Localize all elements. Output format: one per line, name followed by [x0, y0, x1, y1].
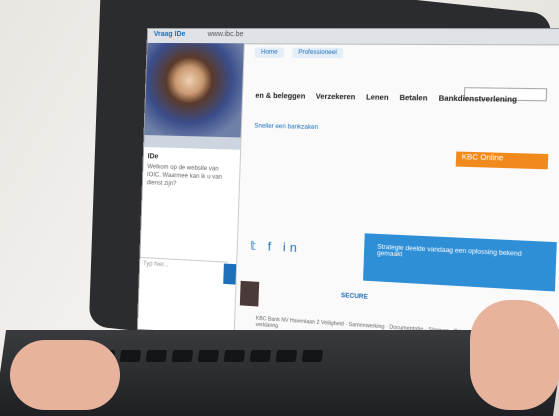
- keyboard-key: [171, 350, 194, 362]
- keyboard-key: [223, 350, 246, 362]
- laptop-scene: Vraag IDe www.ibc.be IDe Welkom op de we…: [0, 0, 559, 416]
- keyboard-key: [145, 350, 168, 362]
- award-logo: [239, 280, 260, 307]
- keyboard-key: [301, 350, 324, 362]
- facebook-icon[interactable]: f: [267, 239, 275, 254]
- agent-name: IDe: [147, 153, 159, 161]
- chat-panel: IDe Welkom op de website van IOIC. Waarm…: [137, 42, 245, 336]
- url-bar[interactable]: www.ibc.be: [207, 31, 243, 38]
- login-link[interactable]: Sneller een bankzaken: [254, 123, 318, 131]
- tab-professioneel[interactable]: Professioneel: [291, 47, 344, 59]
- keyboard-key: [119, 350, 142, 362]
- left-hand: [10, 340, 120, 410]
- online-button[interactable]: KBC Online: [455, 151, 549, 170]
- browser-title: Vraag IDe: [153, 30, 186, 39]
- keyboard-key: [197, 350, 220, 362]
- send-button[interactable]: [223, 263, 237, 285]
- menu-item[interactable]: Verzekeren: [316, 94, 356, 102]
- top-tabs: Home Professioneel: [254, 47, 350, 59]
- right-hand: [470, 300, 559, 410]
- video-feed: [144, 42, 244, 138]
- linkedin-icon[interactable]: in: [283, 240, 302, 255]
- keyboard-key: [249, 350, 272, 362]
- chat-input[interactable]: Typ hier...: [139, 256, 229, 292]
- menu-item[interactable]: Bankdienstverlening: [438, 95, 517, 104]
- twitter-icon[interactable]: 𝕥: [250, 238, 260, 253]
- secure-logo[interactable]: SECURE: [341, 293, 368, 301]
- video-controls[interactable]: [144, 135, 241, 150]
- social-icons[interactable]: 𝕥 f in: [250, 238, 301, 255]
- promo-banner[interactable]: Strategie deelde vandaag een oplossing b…: [363, 233, 557, 292]
- menu-item[interactable]: en & beleggen: [255, 93, 305, 101]
- menu-item[interactable]: Betalen: [399, 95, 427, 103]
- keyboard-key: [275, 350, 298, 362]
- tab-home[interactable]: Home: [254, 47, 285, 58]
- chat-message: Welkom op de website van IOIC. Waarmee k…: [146, 164, 223, 188]
- menu-item[interactable]: Lenen: [366, 94, 389, 102]
